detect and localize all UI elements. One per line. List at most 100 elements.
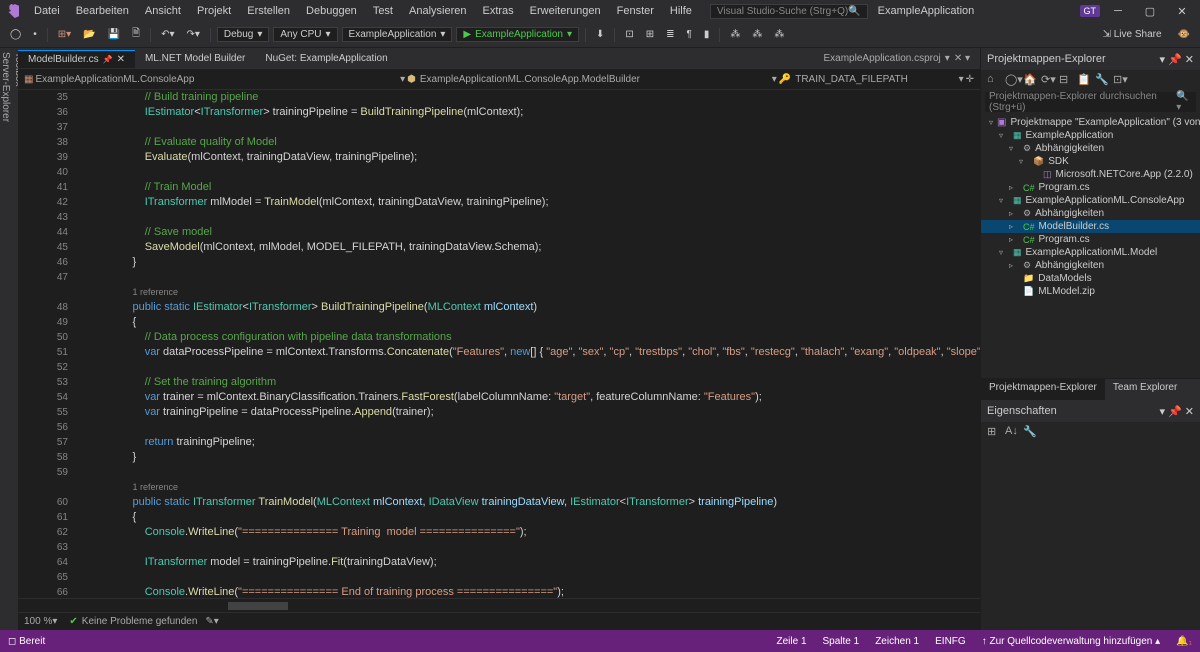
menu-hilfe[interactable]: Hilfe <box>662 3 700 19</box>
tree-item[interactable]: ◫ Microsoft.NETCore.App (2.2.0) <box>981 168 1200 181</box>
nav-forward-button[interactable]: • <box>29 27 41 42</box>
close-button[interactable]: ✕ <box>1168 1 1196 21</box>
tree-item[interactable]: ▹C# ModelBuilder.cs <box>981 220 1200 233</box>
menu-projekt[interactable]: Projekt <box>189 3 239 19</box>
tab-modelbuilder[interactable]: ModelBuilder.cs 📌 ✕ <box>18 50 135 68</box>
step-icon[interactable]: ⬇ <box>592 27 608 42</box>
tree-item[interactable]: ▿▦ ExampleApplicationML.Model <box>981 246 1200 259</box>
menu-erweiterungen[interactable]: Erweiterungen <box>522 3 609 19</box>
server-explorer-tab[interactable]: Server-Explorer <box>0 52 11 630</box>
menu-fenster[interactable]: Fenster <box>609 3 662 19</box>
tree-item[interactable]: ▹C# Program.cs <box>981 181 1200 194</box>
preview-icon[interactable]: ⊡▾ <box>1113 73 1127 87</box>
config-combo[interactable]: Debug ▾ <box>217 27 270 42</box>
vs-logo-icon <box>4 3 20 19</box>
solution-search-input[interactable]: Projektmappen-Explorer durchsuchen (Strg… <box>985 92 1196 112</box>
minimize-button[interactable]: ─ <box>1104 1 1132 21</box>
tree-item[interactable]: ▹C# Program.cs <box>981 233 1200 246</box>
tree-item[interactable]: 📁 DataModels <box>981 272 1200 285</box>
tree-item[interactable]: ▹⚙ Abhängigkeiten <box>981 259 1200 272</box>
status-col[interactable]: Spalte 1 <box>823 636 860 647</box>
maximize-button[interactable]: ▢ <box>1136 1 1164 21</box>
startup-project-combo[interactable]: ExampleApplication ▾ <box>342 27 453 42</box>
properties-header: Eigenschaften ▾ 📌 ✕ <box>981 400 1200 422</box>
nav-back-button[interactable]: ◯ <box>6 27 25 42</box>
zoom-combo[interactable]: 100 % <box>24 616 52 627</box>
menu-ansicht[interactable]: Ansicht <box>137 3 189 19</box>
status-char[interactable]: Zeichen 1 <box>875 636 919 647</box>
show-all-icon[interactable]: 📋 <box>1077 73 1091 87</box>
scope-combo[interactable]: ExampleApplicationML.ConsoleApp▾ <box>35 74 405 85</box>
tab-nuget[interactable]: NuGet: ExampleApplication <box>255 50 397 67</box>
save-all-button[interactable]: 🗎 <box>128 24 144 45</box>
menu-extras[interactable]: Extras <box>474 3 521 19</box>
home-icon[interactable]: ⌂ <box>987 73 1001 87</box>
search-placeholder: Visual Studio-Suche (Strg+Q) <box>717 6 848 17</box>
tab-mlnet-builder[interactable]: ML.NET Model Builder <box>135 50 255 67</box>
tool-icon-3[interactable]: ≣ <box>662 27 678 42</box>
tree-item[interactable]: ▿⚙ Abhängigkeiten <box>981 142 1200 155</box>
statusbar: ◻ Bereit Zeile 1 Spalte 1 Zeichen 1 EINF… <box>0 630 1200 652</box>
tree-item[interactable]: ▿▦ ExampleApplicationML.ConsoleApp <box>981 194 1200 207</box>
open-button[interactable]: 📂 <box>79 27 99 42</box>
editor-status: 100 % ▾ ✔ Keine Probleme gefunden ✎▾ <box>18 612 980 630</box>
tool-icon-6[interactable]: ⁂ <box>726 27 744 42</box>
menu-debuggen[interactable]: Debuggen <box>298 3 365 19</box>
props-view-icon[interactable]: 🔧 <box>1023 425 1037 439</box>
solution-tree[interactable]: ▿▣ Projektmappe "ExampleApplication" (3 … <box>981 114 1200 378</box>
notifications-icon[interactable]: 🔔₁ <box>1176 636 1192 647</box>
tool-icon-1[interactable]: ⊡ <box>621 27 637 42</box>
tree-item[interactable]: ▿📦 SDK <box>981 155 1200 168</box>
back-icon[interactable]: ◯▾ <box>1005 73 1019 87</box>
quick-search-input[interactable]: Visual Studio-Suche (Strg+Q) 🔍 <box>710 4 868 19</box>
menu-erstellen[interactable]: Erstellen <box>239 3 298 19</box>
solution-explorer-tab[interactable]: Projektmappen-Explorer <box>981 379 1105 400</box>
properties-icon[interactable]: 🔧 <box>1095 73 1109 87</box>
tool-icon-5[interactable]: ▮ <box>700 27 714 42</box>
tool-icon-7[interactable]: ⁂ <box>748 27 766 42</box>
code-editor[interactable]: 3536373839404142434445464748495051525354… <box>18 90 980 598</box>
collapse-icon[interactable]: ⊟ <box>1059 73 1073 87</box>
categorize-icon[interactable]: ⊞ <box>987 425 1001 439</box>
redo-button[interactable]: ↷▾ <box>182 27 203 42</box>
status-ins[interactable]: EINFG <box>935 636 966 647</box>
tool-icon-8[interactable]: ⁂ <box>770 27 788 42</box>
tree-item[interactable]: ▿▦ ExampleApplication <box>981 129 1200 142</box>
tab-csproj[interactable]: ExampleApplication.csproj ▾ ✕ ▾ <box>814 50 981 67</box>
side-panel-tabs: Projektmappen-Explorer Team Explorer <box>981 378 1200 400</box>
horizontal-scrollbar[interactable] <box>18 598 980 612</box>
issues-label[interactable]: Keine Probleme gefunden <box>82 616 198 627</box>
menu-bearbeiten[interactable]: Bearbeiten <box>68 3 137 19</box>
pin-icon[interactable]: 📌 <box>103 55 113 64</box>
team-explorer-tab[interactable]: Team Explorer <box>1105 379 1185 400</box>
split-icon[interactable]: ✛ <box>966 74 974 85</box>
new-item-button[interactable]: ⊞▾ <box>54 27 75 42</box>
member-combo[interactable]: 🔑 TRAIN_DATA_FILEPATH▾ <box>779 74 964 85</box>
tree-item[interactable]: 📄 MLModel.zip <box>981 285 1200 298</box>
feedback-icon[interactable]: 🐵 <box>1174 27 1194 42</box>
undo-button[interactable]: ↶▾ <box>157 27 178 42</box>
solution-root[interactable]: ▿▣ Projektmappe "ExampleApplication" (3 … <box>981 116 1200 129</box>
menu-analysieren[interactable]: Analysieren <box>401 3 474 19</box>
app-title: ExampleApplication <box>870 3 983 19</box>
menu-test[interactable]: Test <box>365 3 401 19</box>
left-tool-rail: Server-Explorer Toolbox <box>0 48 18 630</box>
titlebar: DateiBearbeitenAnsichtProjektErstellenDe… <box>0 0 1200 22</box>
type-combo[interactable]: ⬢ ExampleApplicationML.ConsoleApp.ModelB… <box>407 74 777 85</box>
refresh-icon[interactable]: ⟳▾ <box>1041 73 1055 87</box>
tree-item[interactable]: ▹⚙ Abhängigkeiten <box>981 207 1200 220</box>
user-badge[interactable]: GT <box>1080 5 1101 17</box>
status-line[interactable]: Zeile 1 <box>776 636 806 647</box>
tool-icon-4[interactable]: ¶ <box>683 27 696 42</box>
run-button[interactable]: ▶ ExampleApplication ▾ <box>456 27 579 42</box>
save-button[interactable]: 💾 <box>104 27 124 42</box>
navigation-bar: ▦ ExampleApplicationML.ConsoleApp▾ ⬢ Exa… <box>18 70 980 90</box>
platform-combo[interactable]: Any CPU ▾ <box>273 27 337 42</box>
menu-datei[interactable]: Datei <box>26 3 68 19</box>
live-share-button[interactable]: ⇲ Live Share <box>1095 29 1170 40</box>
sync-icon[interactable]: 🏠 <box>1023 73 1037 87</box>
alpha-sort-icon[interactable]: A↓ <box>1005 425 1019 439</box>
close-icon[interactable]: ✕ <box>117 54 125 65</box>
source-control-button[interactable]: ↑ Zur Quellcodeverwaltung hinzufügen ▴ <box>982 636 1160 647</box>
tool-icon-2[interactable]: ⊞ <box>642 27 658 42</box>
